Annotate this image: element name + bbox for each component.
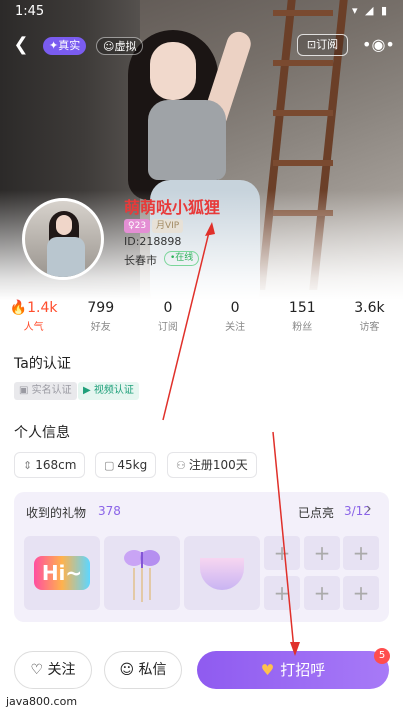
stat-subscriptions[interactable]: 0 订阅 (134, 300, 201, 336)
status-time: 1:45 (15, 4, 45, 19)
gifts-lit-label: 已点亮 (298, 506, 335, 520)
height-chip: ⇕ 168cm (14, 452, 86, 478)
status-icons: ▾ ◢ ▮ (351, 4, 389, 17)
stat-fans[interactable]: 151 粉丝 (269, 300, 336, 336)
video-icon: ▶ (83, 385, 94, 396)
age-badge: ♀23 (124, 219, 151, 233)
user-id: ID:218898 (124, 235, 182, 248)
chat-icon: ☺ (119, 662, 139, 678)
greet-count-badge: 5 (374, 648, 390, 664)
back-icon[interactable]: ❮ (10, 34, 32, 56)
teacup-gift-icon (200, 558, 244, 590)
top-bar: ❮ ✦真实 ☺虚拟 ⊡订阅 •◉• (0, 32, 403, 60)
butterfly-gift-icon (124, 550, 160, 602)
hi-gift-icon: Hi~ (34, 556, 90, 590)
id-icon: ▣ (19, 385, 32, 396)
real-name-badge: ▣ 实名认证 (14, 382, 77, 400)
gift-slot-empty[interactable]: + (304, 576, 340, 610)
status-bar: 1:45 ▾ ◢ ▮ (0, 0, 403, 26)
gifts-panel[interactable]: 收到的礼物 378 已点亮 3/12 › Hi~ + + + + + + (14, 492, 389, 622)
video-cert-badge: ▶ 视频认证 (78, 382, 139, 400)
tag-real[interactable]: ✦真实 (43, 37, 87, 55)
watermark: java800.com (6, 695, 78, 708)
follow-button[interactable]: ♡ 关注 (14, 651, 92, 689)
gifts-count: 378 (98, 504, 121, 518)
stat-visitors[interactable]: 3.6k 访客 (336, 300, 403, 336)
scale-icon: ▢ (104, 459, 115, 472)
certification-title: Ta的认证 (14, 356, 71, 372)
registered-chip: ⚇ 注册100天 (167, 452, 257, 478)
gift-slot-empty[interactable]: + (304, 536, 340, 570)
stat-popularity[interactable]: 🔥1.4k 人气 (0, 300, 67, 336)
heart-plus-icon: ♡ (30, 662, 48, 678)
subscribe-button[interactable]: ⊡订阅 (297, 34, 348, 56)
height-icon: ⇕ (23, 459, 33, 472)
gifts-title: 收到的礼物 (26, 506, 87, 520)
message-button[interactable]: ☺ 私信 (104, 651, 182, 689)
gift-butterfly[interactable] (104, 536, 180, 610)
greet-button[interactable]: ♥ 打招呼 (197, 651, 389, 689)
gift-teacup[interactable] (184, 536, 260, 610)
gift-hi[interactable]: Hi~ (24, 536, 100, 610)
flame-icon: 🔥 (9, 300, 28, 316)
heart-icon: ♥ (260, 661, 275, 679)
gift-slot-empty[interactable]: + (264, 536, 300, 570)
vip-badge: 月VIP (152, 219, 184, 233)
gift-slot-empty[interactable]: + (343, 536, 379, 570)
city: 长春市 (124, 254, 157, 267)
online-badge: •在线 (164, 251, 200, 266)
stat-following[interactable]: 0 关注 (202, 300, 269, 336)
gift-slot-empty[interactable]: + (264, 576, 300, 610)
weight-chip: ▢ 45kg (95, 452, 157, 478)
avatar[interactable] (22, 198, 104, 280)
more-icon[interactable]: •◉• (362, 34, 395, 56)
person-icon: ⚇ (176, 459, 186, 472)
gift-slot-empty[interactable]: + (343, 576, 379, 610)
tag-virtual[interactable]: ☺虚拟 (96, 37, 144, 55)
stat-friends[interactable]: 799 好友 (67, 300, 134, 336)
profile-name: 萌萌哒小狐狸 (124, 198, 221, 217)
chevron-right-icon[interactable]: › (366, 501, 372, 517)
stats-row: 🔥1.4k 人气 799 好友 0 订阅 0 关注 151 粉丝 3.6k 访客 (0, 300, 403, 336)
personal-info-title: 个人信息 (14, 425, 70, 441)
